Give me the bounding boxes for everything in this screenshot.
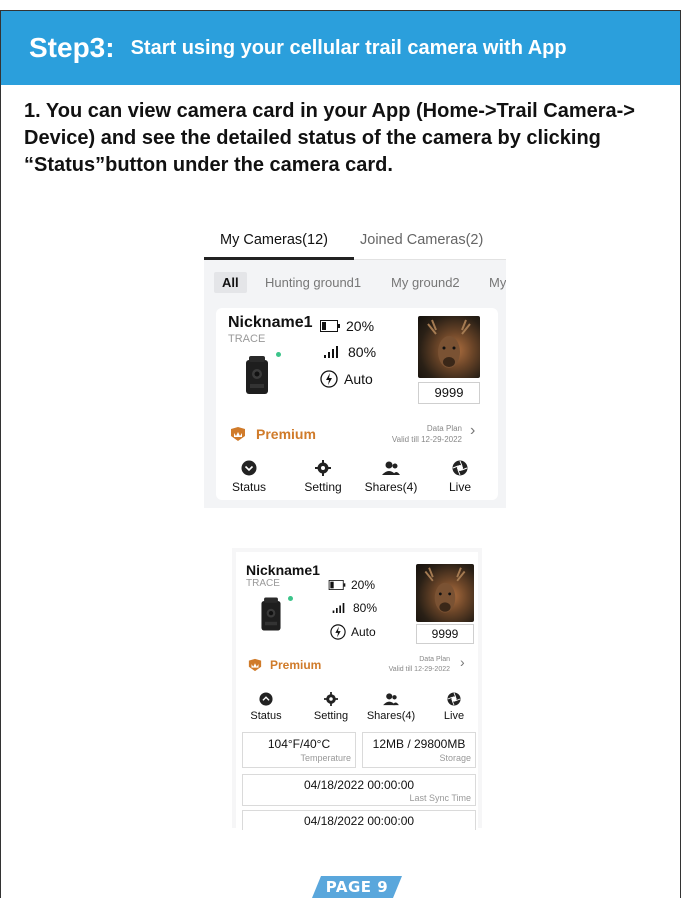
aperture-icon: [452, 460, 468, 476]
camera-card-expanded: Nickname1 TRACE 20% 80% Auto 9999 Premiu…: [236, 552, 478, 830]
shares-button[interactable]: Shares(4): [360, 460, 422, 494]
next-time-box: 04/18/2022 00:00:00: [242, 810, 476, 830]
online-indicator: [288, 596, 293, 601]
signal-icon: [324, 346, 338, 358]
storage-label: Storage: [439, 753, 471, 763]
lightning-icon: [320, 370, 338, 388]
instruction-text: 1. You can view camera card in your App …: [24, 100, 635, 176]
filter-more[interactable]: My: [489, 275, 506, 290]
battery-icon: [328, 580, 346, 590]
signal-status: 80%: [332, 601, 377, 615]
live-button[interactable]: Live: [440, 460, 480, 494]
crown-icon: [248, 658, 262, 672]
signal-icon: [332, 603, 345, 613]
temperature-value: 104°F/40°C: [267, 737, 331, 751]
camera-latest-photo[interactable]: [418, 316, 480, 378]
setting-button[interactable]: Setting: [308, 692, 354, 722]
temperature-box: 104°F/40°C Temperature: [242, 732, 356, 768]
step-header: Step3: Start using your cellular trail c…: [1, 11, 680, 85]
camera-tabs: My Cameras(12) Joined Cameras(2): [204, 222, 506, 260]
aperture-icon: [447, 692, 461, 706]
filter-hunting-ground1[interactable]: Hunting ground1: [265, 275, 361, 290]
tab-joined-cameras[interactable]: Joined Cameras(2): [360, 232, 483, 248]
camera-latest-photo[interactable]: [416, 564, 474, 622]
lightning-icon: [330, 624, 346, 640]
camera-device-icon: [246, 356, 268, 394]
status-button[interactable]: Status: [244, 692, 288, 722]
crown-icon: [231, 427, 245, 441]
camera-nickname: Nickname1: [228, 314, 313, 331]
camera-device-icon: [261, 597, 281, 631]
step-number: Step3:: [29, 32, 115, 63]
storage-box: 12MB / 29800MB Storage: [362, 732, 476, 768]
battery-icon: [320, 320, 340, 332]
storage-value: 12MB / 29800MB: [372, 737, 466, 751]
signal-status: 80%: [324, 344, 376, 360]
deer-photo-icon: [424, 567, 466, 613]
camera-model: TRACE: [246, 578, 280, 589]
setting-button[interactable]: Setting: [296, 460, 350, 494]
tab-my-cameras[interactable]: My Cameras(12): [220, 232, 328, 248]
next-time-value: 04/18/2022 00:00:00: [303, 814, 415, 828]
data-plan-label: Data Plan: [426, 424, 462, 433]
last-sync-box: 04/18/2022 00:00:00 Last Sync Time: [242, 774, 476, 806]
camera-model: TRACE: [228, 333, 266, 345]
premium-badge[interactable]: Premium: [230, 426, 316, 442]
last-sync-value: 04/18/2022 00:00:00: [303, 778, 415, 792]
step-title: Start using your cellular trail camera w…: [130, 36, 567, 59]
photo-count: 9999: [416, 624, 474, 644]
chevron-up-circle-icon: [259, 692, 273, 706]
chevron-right-icon[interactable]: ›: [470, 422, 475, 440]
shares-button[interactable]: Shares(4): [364, 692, 418, 722]
deer-photo-icon: [427, 319, 471, 368]
users-icon: [383, 693, 399, 706]
live-button[interactable]: Live: [436, 692, 472, 722]
active-tab-indicator: [204, 257, 354, 260]
valid-till: Valid till 12-29-2022: [388, 666, 450, 673]
camera-nickname: Nickname1: [246, 562, 320, 578]
users-icon: [382, 461, 400, 475]
last-sync-label: Last Sync Time: [409, 793, 471, 803]
valid-till: Valid till 12-29-2022: [391, 435, 462, 444]
gear-icon: [315, 460, 331, 476]
camera-card[interactable]: Nickname1 TRACE 20% 80% Auto 9999 Premiu…: [216, 308, 498, 500]
premium-badge[interactable]: Premium: [248, 658, 321, 672]
page-number-badge: PAGE 9: [312, 876, 402, 898]
photo-count: 9999: [418, 382, 480, 404]
location-filters: All Hunting ground1 My ground2 My: [204, 268, 506, 298]
app-camera-list: My Cameras(12) Joined Cameras(2) All Hun…: [204, 222, 506, 508]
power-mode-status: Auto: [320, 370, 373, 388]
data-plan-label: Data Plan: [419, 656, 450, 663]
app-status-panel: Nickname1 TRACE 20% 80% Auto 9999 Premiu…: [232, 548, 482, 830]
power-mode-status: Auto: [330, 624, 376, 640]
temperature-label: Temperature: [300, 753, 351, 763]
filter-my-ground2[interactable]: My ground2: [391, 275, 460, 290]
filter-all[interactable]: All: [214, 272, 247, 293]
battery-status: 20%: [320, 318, 374, 334]
online-indicator: [276, 352, 281, 357]
status-button[interactable]: Status: [224, 460, 274, 494]
chevron-down-circle-icon: [241, 460, 257, 476]
battery-status: 20%: [328, 578, 375, 592]
chevron-right-icon[interactable]: ›: [460, 654, 465, 670]
gear-icon: [324, 692, 338, 706]
